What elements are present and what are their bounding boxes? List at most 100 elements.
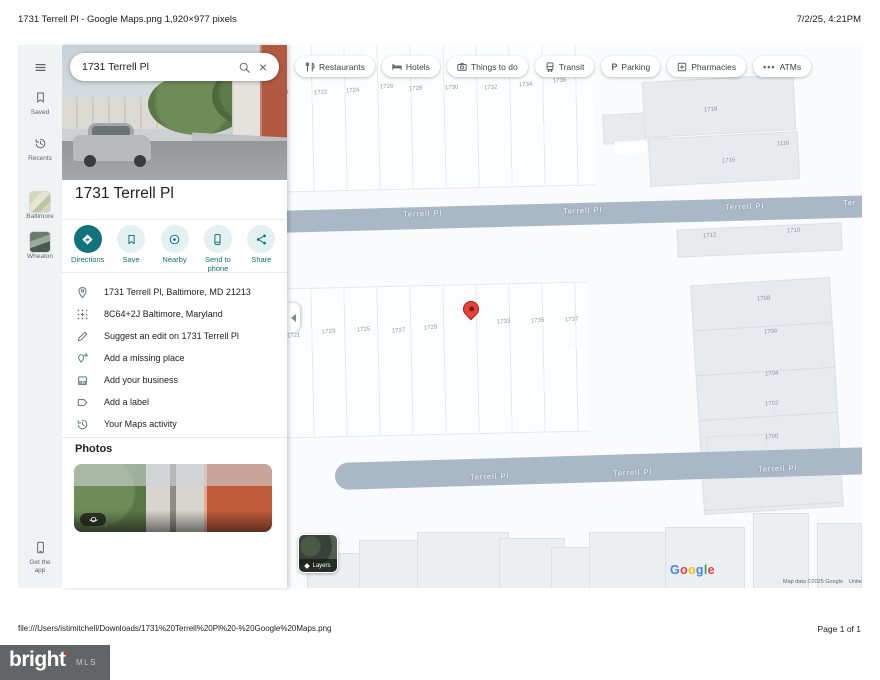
house-number: 1732 — [484, 85, 498, 92]
house-number: 1725 — [357, 327, 371, 334]
storefront-icon — [76, 374, 89, 387]
chip-parking[interactable]: P Parking — [601, 56, 660, 77]
sidebar-item-wheaton[interactable]: Wheaton — [18, 231, 62, 261]
atm-dots-icon: ••• — [763, 62, 775, 72]
maps-screenshot: Saved Recents Baltimore Wheaton Get the … — [18, 45, 862, 588]
street-name-label: Terrell Pl — [725, 201, 764, 211]
house-number: 1700 — [765, 434, 779, 441]
brand-name: bright — [9, 648, 65, 672]
directions-button[interactable]: Directions — [66, 225, 109, 273]
plus-code-icon — [76, 308, 89, 321]
map-building — [642, 74, 797, 138]
share-button[interactable]: Share — [240, 225, 283, 273]
divider — [62, 437, 287, 438]
detail-suggest-edit[interactable]: Suggest an edit on 1731 Terrell Pl — [62, 325, 287, 347]
map-building-gap — [615, 140, 648, 154]
detail-add-business[interactable]: Add your business — [62, 369, 287, 391]
sidebar-item-label: Baltimore — [18, 213, 62, 221]
house-number: 1727 — [392, 328, 406, 335]
sidebar-item-label: Recents — [18, 155, 62, 163]
house-number: 1735 — [531, 318, 545, 325]
layers-label-band: Layers — [299, 559, 337, 572]
detail-maps-activity[interactable]: Your Maps activity — [62, 413, 287, 435]
bookmark-icon — [34, 91, 47, 104]
edit-pencil-icon — [76, 330, 89, 343]
layers-button[interactable]: Layers — [298, 534, 338, 573]
house-number: 1721 — [287, 333, 301, 340]
street-name-label: Terrell Pl — [470, 471, 509, 481]
search-bar[interactable]: × — [70, 53, 279, 81]
detail-address[interactable]: 1731 Terrell Pl, Baltimore, MD 21213 — [62, 281, 287, 303]
photo-sky — [74, 464, 272, 486]
window-timestamp: 7/2/25, 4:21PM — [797, 14, 861, 25]
file-path: file:///Users/istimitchell/Downloads/173… — [18, 624, 332, 633]
maps-sidebar: Saved Recents Baltimore Wheaton Get the … — [18, 45, 62, 588]
place-title: 1731 Terrell Pl — [75, 185, 174, 203]
map-building — [417, 532, 509, 588]
close-icon[interactable]: × — [259, 60, 267, 74]
sidebar-item-recents[interactable]: Recents — [18, 137, 62, 163]
detail-plus-code[interactable]: 8C64+2J Baltimore, Maryland — [62, 303, 287, 325]
house-number: 1702 — [765, 401, 779, 408]
camera-icon — [457, 62, 467, 72]
detail-add-missing-place[interactable]: Add a missing place — [62, 347, 287, 369]
divider — [62, 219, 287, 220]
get-the-app-button[interactable]: Get the app — [18, 541, 62, 576]
house-number: 1116 — [777, 141, 790, 148]
house-number: 1718 — [704, 107, 718, 114]
wheaton-thumbnail — [29, 231, 51, 253]
nearby-button[interactable]: Nearby — [153, 225, 196, 273]
house-number: 1736 — [553, 78, 567, 85]
streetview-car-wheel — [134, 155, 146, 167]
chip-pharmacies[interactable]: Pharmacies — [667, 56, 746, 77]
parking-icon: P — [611, 62, 617, 72]
place-panel: × 1731 Terrell Pl Directions Save — [62, 45, 287, 588]
search-input[interactable] — [82, 61, 230, 73]
action-buttons: Directions Save Nearby Send to phone — [66, 225, 283, 273]
sidebar-item-label: Wheaton — [18, 253, 62, 261]
streetview-car-wheel — [84, 155, 96, 167]
panorama-badge — [80, 513, 106, 526]
chip-atms[interactable]: ••• ATMs — [753, 56, 811, 77]
pharmacy-icon — [677, 62, 687, 72]
house-number: 1708 — [757, 296, 771, 303]
house-number: 1706 — [764, 329, 778, 336]
category-chips: Restaurants Hotels Things to do Transit … — [295, 56, 811, 77]
add-place-icon — [76, 352, 89, 365]
house-number: 1737 — [565, 317, 579, 324]
sidebar-item-saved[interactable]: Saved — [18, 91, 62, 117]
house-number: 1704 — [765, 371, 779, 378]
get-the-app-label: Get the app — [18, 559, 62, 576]
detail-add-label[interactable]: Add a label — [62, 391, 287, 413]
nearby-icon — [161, 225, 189, 253]
chip-transit[interactable]: Transit — [535, 56, 595, 77]
collapse-panel-button[interactable] — [287, 303, 300, 332]
house-number: 1733 — [497, 319, 511, 326]
map-building — [589, 532, 677, 588]
chip-restaurants[interactable]: Restaurants — [295, 56, 375, 77]
menu-button[interactable] — [18, 61, 62, 79]
map-attribution: Map data ©2025 Google — [783, 579, 843, 585]
chip-things-to-do[interactable]: Things to do — [447, 56, 528, 77]
house-number: 1724 — [346, 88, 360, 95]
directions-icon — [74, 225, 102, 253]
search-icon[interactable] — [238, 61, 251, 74]
save-button[interactable]: Save — [109, 225, 152, 273]
restaurants-icon — [305, 62, 315, 72]
layers-icon — [305, 563, 311, 569]
street-name-label-partial: Ter — [843, 198, 857, 207]
send-to-phone-button[interactable]: Send to phone — [196, 225, 239, 273]
street-name-label: Terrell Pl — [563, 205, 602, 215]
street-name-label: Terrell Pl — [758, 463, 797, 473]
house-number: 1716 — [722, 158, 736, 165]
page-indicator: Page 1 of 1 — [818, 624, 861, 634]
brand-suffix: MLS — [76, 658, 97, 667]
sidebar-item-baltimore[interactable]: Baltimore — [18, 191, 62, 221]
place-details: 1731 Terrell Pl, Baltimore, MD 21213 8C6… — [62, 281, 287, 435]
sidebar-item-label: Saved — [18, 109, 62, 117]
chip-hotels[interactable]: Hotels — [382, 56, 440, 77]
house-number: 1729 — [424, 325, 438, 332]
place-photo[interactable] — [74, 464, 272, 532]
divider — [62, 272, 287, 273]
map-canvas[interactable]: 1720 1722 1724 1726 1728 1730 1732 1734 … — [287, 45, 862, 588]
